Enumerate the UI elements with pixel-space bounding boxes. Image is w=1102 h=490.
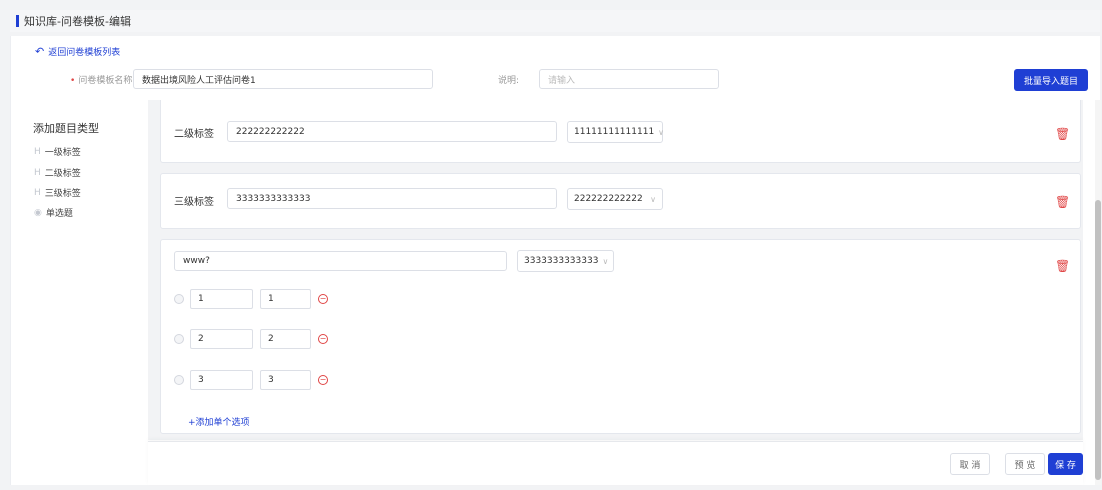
level2-card: 二级标签 222222222222 11111111111111 ∨ 🗑	[160, 100, 1081, 163]
sidebar-item-label: 三级标签	[44, 189, 81, 199]
option-text: 1	[198, 294, 204, 304]
level3-parent-select[interactable]: 222222222222 ∨	[567, 188, 663, 210]
batch-import-button[interactable]: 批量导入题目	[1014, 69, 1088, 91]
option-radio[interactable]	[174, 294, 184, 304]
template-name-label-text: 问卷模板名称:	[78, 76, 136, 86]
add-option-link[interactable]: +添加单个选项	[188, 415, 250, 428]
description-label: 说明:	[498, 76, 520, 86]
question-list: 二级标签 222222222222 11111111111111 ∨ 🗑 三级标签…	[148, 100, 1083, 440]
delete-icon[interactable]: 🗑	[1055, 127, 1070, 141]
template-meta-row: • 问卷模板名称: 数据出境风险人工评估问卷1 说明: 请输入 批量导入题目	[11, 69, 1101, 91]
level2-select-value: 11111111111111	[574, 127, 655, 137]
option-score: 2	[268, 334, 274, 344]
sidebar-item-level2[interactable]: H 二级标签	[34, 166, 81, 180]
chevron-down-icon: ∨	[650, 194, 656, 204]
heading-icon: H	[34, 167, 41, 178]
level2-parent-select[interactable]: 11111111111111 ∨	[567, 121, 665, 143]
option-radio[interactable]	[174, 375, 184, 385]
remove-option-icon[interactable]: −	[318, 334, 328, 344]
level3-value: 3333333333333	[236, 193, 311, 204]
option-radio[interactable]	[174, 334, 184, 344]
question-select-value: 3333333333333	[524, 256, 599, 266]
back-link[interactable]: ↶ 返回问卷模板列表	[35, 45, 120, 58]
scrollbar[interactable]	[1095, 100, 1101, 485]
option-row: 2 2 −	[174, 329, 328, 349]
template-name-label: • 问卷模板名称:	[70, 73, 135, 86]
sidebar-item-label: 二级标签	[44, 169, 81, 179]
back-link-label: 返回问卷模板列表	[48, 48, 121, 58]
chevron-down-icon: ∨	[602, 256, 609, 266]
heading-icon: H	[34, 187, 41, 198]
question-input[interactable]: www?	[174, 251, 507, 271]
sidebar-title: 添加题目类型	[33, 122, 99, 135]
question-type-sidebar: 添加题目类型 H 一级标签 H 二级标签 H 三级标签 ◉ 单选题	[11, 100, 146, 485]
option-text-input[interactable]: 2	[190, 329, 253, 349]
level3-input[interactable]: 3333333333333	[227, 188, 557, 209]
option-text: 3	[198, 375, 204, 385]
save-button[interactable]: 保 存	[1048, 453, 1083, 475]
scrollbar-thumb[interactable]	[1095, 200, 1101, 480]
cancel-button[interactable]: 取 消	[950, 453, 990, 475]
template-name-value: 数据出境风险人工评估问卷1	[142, 75, 256, 86]
description-input[interactable]: 请输入	[539, 69, 719, 89]
chevron-down-icon: ∨	[658, 127, 665, 137]
option-row: 1 1 −	[174, 289, 328, 309]
editor-panel: ↶ 返回问卷模板列表 • 问卷模板名称: 数据出境风险人工评估问卷1 说明: 请输…	[10, 36, 1101, 485]
level3-label: 三级标签	[174, 197, 214, 208]
return-icon: ↶	[35, 45, 45, 58]
option-text-input[interactable]: 1	[190, 289, 253, 309]
delete-icon[interactable]: 🗑	[1055, 259, 1070, 273]
option-score-input[interactable]: 3	[260, 370, 311, 390]
sidebar-item-label: 单选题	[45, 209, 73, 219]
option-score: 1	[268, 294, 274, 304]
question-parent-select[interactable]: 3333333333333 ∨	[517, 250, 614, 272]
option-score: 3	[268, 375, 274, 385]
level2-value: 222222222222	[236, 126, 305, 137]
sidebar-item-level1[interactable]: H 一级标签	[34, 145, 81, 159]
description-placeholder: 请输入	[548, 75, 576, 86]
level2-label: 二级标签	[174, 129, 214, 140]
option-score-input[interactable]: 1	[260, 289, 311, 309]
single-choice-card: www? 3333333333333∨ 🗑 1 1 − 2 2 − 3 3 −	[160, 239, 1081, 434]
option-row: 3 3 −	[174, 370, 328, 390]
remove-option-icon[interactable]: −	[318, 375, 328, 385]
remove-option-icon[interactable]: −	[318, 294, 328, 304]
option-text: 2	[198, 334, 204, 344]
delete-icon[interactable]: 🗑	[1055, 195, 1070, 209]
level2-input[interactable]: 222222222222	[227, 121, 557, 142]
page-header: 知识库-问卷模板-编辑	[10, 10, 1100, 32]
level3-card: 三级标签 3333333333333 222222222222 ∨ 🗑	[160, 173, 1081, 229]
heading-icon: H	[34, 146, 41, 157]
radio-icon: ◉	[34, 207, 42, 218]
sidebar-item-single-choice[interactable]: ◉ 单选题	[34, 206, 73, 220]
template-name-input[interactable]: 数据出境风险人工评估问卷1	[133, 69, 433, 89]
level3-select-value: 222222222222	[574, 194, 643, 204]
sidebar-item-label: 一级标签	[44, 148, 81, 158]
option-score-input[interactable]: 2	[260, 329, 311, 349]
breadcrumb: 知识库-问卷模板-编辑	[24, 15, 131, 28]
sidebar-item-level3[interactable]: H 三级标签	[34, 186, 81, 200]
required-marker: •	[70, 76, 76, 86]
action-footer: 取 消 预 览 保 存	[148, 441, 1083, 485]
question-value: www?	[183, 256, 210, 266]
option-text-input[interactable]: 3	[190, 370, 253, 390]
title-accent-bar	[16, 15, 19, 27]
preview-button[interactable]: 预 览	[1005, 453, 1045, 475]
